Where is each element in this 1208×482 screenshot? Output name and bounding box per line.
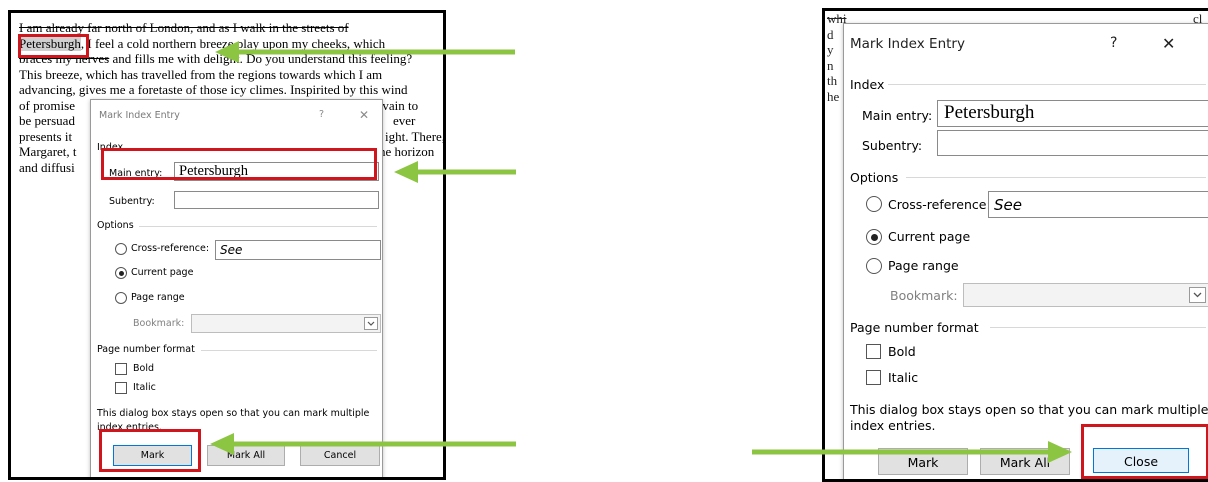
- divider: [139, 226, 377, 227]
- info-text: This dialog box stays open so that you c…: [97, 408, 370, 419]
- page-number-format-label: Page number format: [97, 344, 195, 355]
- info-text: index entries.: [850, 418, 936, 433]
- bold-label: Bold: [888, 344, 916, 359]
- help-icon[interactable]: ?: [1110, 35, 1117, 51]
- arrow-left-icon: [210, 433, 516, 455]
- arrow-right-icon: [752, 441, 1072, 463]
- page-number-format-label: Page number format: [850, 320, 979, 335]
- arrow-left-icon: [215, 41, 515, 63]
- close-icon[interactable]: ✕: [1162, 34, 1175, 53]
- left-screenshot-panel: I am already far north of London, and as…: [8, 10, 446, 480]
- info-text: This dialog box stays open so that you c…: [850, 402, 1208, 417]
- doc-line: advancing, gives me a foretaste of those…: [19, 82, 408, 97]
- current-page-radio[interactable]: [115, 267, 127, 279]
- page-range-label: Page range: [131, 292, 185, 303]
- main-entry-input[interactable]: Petersburgh: [937, 100, 1208, 127]
- bold-checkbox[interactable]: [866, 344, 881, 359]
- current-page-label: Current page: [131, 267, 194, 278]
- cross-reference-label: Cross-reference:: [131, 243, 210, 254]
- current-page-radio[interactable]: [866, 229, 882, 245]
- italic-checkbox[interactable]: [115, 382, 127, 394]
- divider: [201, 350, 377, 351]
- italic-label: Italic: [133, 382, 156, 393]
- dialog-title: Mark Index Entry: [99, 110, 180, 121]
- cross-reference-label: Cross-reference:: [888, 197, 991, 212]
- subentry-label: Subentry:: [109, 196, 155, 207]
- help-icon[interactable]: ?: [319, 109, 324, 120]
- chevron-down-icon[interactable]: [364, 317, 378, 330]
- index-group-label: Index: [850, 77, 885, 92]
- divider: [906, 177, 1206, 178]
- bookmark-label: Bookmark:: [133, 318, 185, 329]
- highlight-box: [101, 148, 377, 180]
- subentry-label: Subentry:: [862, 138, 923, 153]
- cross-reference-radio[interactable]: [115, 243, 127, 255]
- highlight-box: [99, 429, 201, 472]
- highlight-box: [1081, 424, 1208, 479]
- chevron-down-icon[interactable]: [1189, 287, 1206, 303]
- options-group-label: Options: [850, 170, 899, 185]
- bookmark-select[interactable]: [963, 283, 1208, 307]
- main-entry-label: Main entry:: [862, 108, 933, 123]
- current-page-label: Current page: [888, 229, 971, 244]
- bold-label: Bold: [133, 363, 154, 374]
- cross-reference-input[interactable]: See: [988, 191, 1208, 218]
- right-screenshot-panel: whicl dfe yst nn thc he Mark Index Entry…: [822, 8, 1208, 482]
- page-range-radio[interactable]: [115, 292, 127, 304]
- subentry-input[interactable]: [174, 191, 379, 209]
- bold-checkbox[interactable]: [115, 363, 127, 375]
- doc-line: This breeze, which has travelled from th…: [19, 66, 383, 82]
- dialog-title: Mark Index Entry: [850, 36, 965, 52]
- italic-checkbox[interactable]: [866, 370, 881, 385]
- divider: [888, 84, 1206, 85]
- bookmark-select[interactable]: [191, 314, 381, 333]
- subentry-input[interactable]: [937, 130, 1208, 156]
- close-icon[interactable]: ✕: [359, 108, 369, 122]
- page-range-radio[interactable]: [866, 258, 882, 274]
- arrow-left-icon: [394, 161, 516, 183]
- page-range-label: Page range: [888, 258, 959, 273]
- highlight-box: [18, 34, 89, 58]
- mark-index-entry-dialog: Mark Index Entry ? ✕ Index Main entry: P…: [843, 23, 1208, 479]
- cross-reference-input[interactable]: See: [215, 240, 381, 260]
- bookmark-label: Bookmark:: [890, 288, 958, 303]
- options-group-label: Options: [97, 220, 134, 231]
- italic-label: Italic: [888, 370, 919, 385]
- cross-reference-radio[interactable]: [866, 196, 882, 212]
- divider: [990, 327, 1206, 328]
